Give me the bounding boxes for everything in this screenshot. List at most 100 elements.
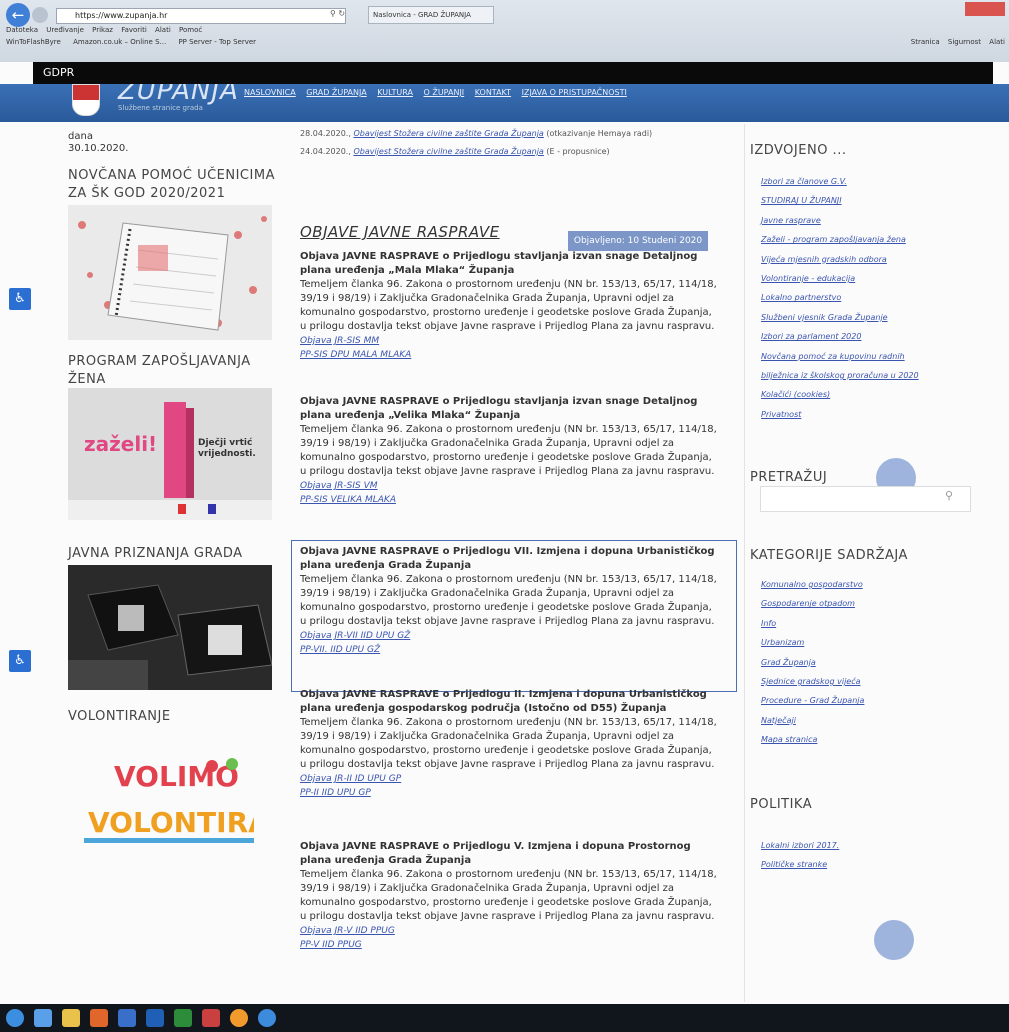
favorite-link[interactable]: PP Server - Top Server bbox=[178, 38, 256, 46]
svg-text:VOLIMO: VOLIMO bbox=[114, 760, 239, 793]
category-link[interactable]: Urbanizam bbox=[761, 633, 864, 652]
gdpr-bar[interactable]: GDPR bbox=[33, 62, 993, 84]
category-link[interactable]: Info bbox=[761, 614, 864, 633]
post-link[interactable]: Objava JR-V IID PPUG bbox=[300, 924, 720, 938]
featured-link[interactable]: Izbori za članove G.V. bbox=[761, 172, 936, 191]
post-link[interactable]: Objava JR-SIS VM bbox=[300, 479, 720, 493]
nav-item-culture[interactable]: KULTURA bbox=[377, 88, 413, 97]
city-crest-logo[interactable] bbox=[72, 84, 100, 116]
taskbar-app-icon[interactable] bbox=[34, 1009, 52, 1027]
news-link[interactable]: Obavijest Stožera civilne zaštite Grada … bbox=[353, 147, 543, 156]
notebook-image[interactable] bbox=[68, 205, 272, 340]
date-value: 30.10.2020. bbox=[68, 143, 129, 154]
word-icon[interactable] bbox=[146, 1009, 164, 1027]
nav-item-contact[interactable]: KONTAKT bbox=[475, 88, 511, 97]
section-title-awards[interactable]: JAVNA PRIZNANJA GRADA bbox=[68, 545, 288, 563]
accessibility-icon[interactable]: ♿ bbox=[9, 288, 31, 310]
featured-title: IZDVOJENO ... bbox=[750, 143, 847, 158]
featured-link[interactable]: Zaželi - program zapošljavanja žena bbox=[761, 230, 936, 249]
featured-link[interactable]: Volontiranje - edukacija bbox=[761, 269, 936, 288]
search-icon[interactable]: ⚲ bbox=[945, 489, 953, 502]
post-link[interactable]: PP-SIS DPU MALA MLAKA bbox=[300, 348, 720, 362]
news-tail: (E - propusnice) bbox=[546, 147, 610, 156]
post-link[interactable]: PP-SIS VELIKA MLAKA bbox=[300, 493, 720, 507]
window-close-button[interactable] bbox=[965, 2, 1005, 16]
nav-item-about[interactable]: O ŽUPANJI bbox=[424, 88, 465, 97]
post-item: Objava JAVNE RASPRAVE o Prijedlogu VII. … bbox=[300, 545, 720, 657]
featured-link[interactable]: STUDIRAJ U ŽUPANJI bbox=[761, 191, 936, 210]
accessibility-icon[interactable]: ♿ bbox=[9, 650, 31, 672]
nav-item-accessibility[interactable]: IZJAVA O PRISTUPAČNOSTI bbox=[522, 88, 627, 97]
firefox-icon[interactable] bbox=[230, 1009, 248, 1027]
menu-item[interactable]: Datoteka bbox=[6, 26, 38, 34]
nav-item-home[interactable]: NASLOVNICA bbox=[244, 88, 296, 97]
zazeli-logo-text: zaželi! bbox=[84, 432, 158, 456]
address-bar[interactable]: https://www.zupanja.hr bbox=[56, 8, 346, 24]
category-link[interactable]: Grad Županja bbox=[761, 653, 864, 672]
forward-arrow-icon[interactable] bbox=[32, 7, 48, 23]
command-bar: Stranica Sigurnost Alati bbox=[905, 38, 1005, 46]
zazeli-program-image[interactable]: zaželi! Dječji vrtić vrijednosti. bbox=[68, 388, 272, 520]
menu-item[interactable]: Pomoć bbox=[179, 26, 202, 34]
category-link[interactable]: Natječaji bbox=[761, 711, 864, 730]
volunteering-logo[interactable]: VOLIMO VOLONTIRANJE bbox=[84, 752, 323, 852]
nav-item-city[interactable]: GRAD ŽUPANJA bbox=[306, 88, 366, 97]
post-link[interactable]: PP-II IID UPU GP bbox=[300, 786, 720, 800]
taskbar-app-icon[interactable] bbox=[118, 1009, 136, 1027]
excel-icon[interactable] bbox=[174, 1009, 192, 1027]
featured-link[interactable]: Privatnost bbox=[761, 405, 936, 424]
internet-explorer-icon[interactable] bbox=[258, 1009, 276, 1027]
post-title: Objava JAVNE RASPRAVE o Prijedlogu stavl… bbox=[300, 396, 698, 421]
browser-tab[interactable]: Naslovnica - GRAD ŽUPANJA bbox=[368, 6, 494, 24]
featured-link[interactable]: Izbori za parlament 2020 bbox=[761, 327, 936, 346]
command-item[interactable]: Stranica bbox=[911, 38, 940, 46]
section-title-volunteering[interactable]: VOLONTIRANJE bbox=[68, 708, 171, 726]
featured-link[interactable]: Službeni vjesnik Grada Županje bbox=[761, 308, 936, 327]
awards-image[interactable] bbox=[68, 565, 273, 690]
menu-item[interactable]: Prikaz bbox=[92, 26, 113, 34]
post-link[interactable]: PP-VII. IID UPU GŽ bbox=[300, 643, 720, 657]
menu-item[interactable]: Favoriti bbox=[121, 26, 147, 34]
post-item: Objava JAVNE RASPRAVE o Prijedlogu II. I… bbox=[300, 688, 720, 800]
favorite-link[interactable]: Amazon.co.uk – Online S... bbox=[73, 38, 166, 46]
post-item: Objava JAVNE RASPRAVE o Prijedlogu stavl… bbox=[300, 395, 720, 507]
news-item: 24.04.2020., Obavijest Stožera civilne z… bbox=[300, 143, 652, 161]
politics-link[interactable]: Političke stranke bbox=[761, 855, 839, 874]
featured-link[interactable]: Kolačići (cookies) bbox=[761, 385, 936, 404]
category-link[interactable]: Procedure - Grad Županja bbox=[761, 691, 864, 710]
column-divider bbox=[744, 124, 745, 1002]
section-title-student-aid[interactable]: NOVČANA POMOĆ UČENICIMA ZA ŠK GOD 2020/2… bbox=[68, 167, 288, 203]
address-tools[interactable]: ⚲ ↻ bbox=[330, 9, 345, 18]
command-item[interactable]: Sigurnost bbox=[948, 38, 981, 46]
post-item: Objava JAVNE RASPRAVE o Prijedlogu stavl… bbox=[300, 250, 720, 362]
folder-icon[interactable] bbox=[62, 1009, 80, 1027]
featured-link[interactable]: Javne rasprave bbox=[761, 211, 936, 230]
news-item: 28.04.2020., Obavijest Stožera civilne z… bbox=[300, 125, 652, 143]
command-item[interactable]: Alati bbox=[989, 38, 1005, 46]
featured-list: Izbori za članove G.V. STUDIRAJ U ŽUPANJ… bbox=[761, 172, 936, 424]
post-link[interactable]: Objava JR-II ID UPU GP bbox=[300, 772, 720, 786]
menu-item[interactable]: Alati bbox=[155, 26, 171, 34]
politics-link[interactable]: Lokalni izbori 2017. bbox=[761, 836, 839, 855]
featured-link[interactable]: Vijeća mjesnih gradskih odbora bbox=[761, 250, 936, 269]
menu-item[interactable]: Uređivanje bbox=[46, 26, 84, 34]
featured-link[interactable]: Novčana pomoć za kupovinu radnih bilježn… bbox=[761, 347, 936, 386]
taskbar-app-icon[interactable] bbox=[90, 1009, 108, 1027]
start-icon[interactable] bbox=[6, 1009, 24, 1027]
category-link[interactable]: Mapa stranica bbox=[761, 730, 864, 749]
back-arrow-icon[interactable]: ← bbox=[6, 3, 30, 27]
category-link[interactable]: Sjednice gradskog vijeća bbox=[761, 672, 864, 691]
category-link[interactable]: Komunalno gospodarstvo bbox=[761, 575, 864, 594]
post-link[interactable]: PP-V IID PPUG bbox=[300, 938, 720, 952]
post-link[interactable]: Objava JR-SIS MM bbox=[300, 334, 720, 348]
news-link[interactable]: Obavijest Stožera civilne zaštite Grada … bbox=[353, 129, 543, 138]
post-link[interactable]: Objava JR-VII IID UPU GŽ bbox=[300, 629, 720, 643]
favorite-link[interactable]: WinToFlashByre bbox=[6, 38, 61, 46]
taskbar-app-icon[interactable] bbox=[202, 1009, 220, 1027]
featured-link[interactable]: Lokalno partnerstvo bbox=[761, 288, 936, 307]
search-input[interactable] bbox=[760, 486, 971, 512]
section-title-women-employment[interactable]: PROGRAM ZAPOŠLJAVANJA ŽENA bbox=[68, 353, 268, 389]
browser-menubar: Datoteka Uređivanje Prikaz Favoriti Alat… bbox=[6, 26, 208, 34]
main-heading[interactable]: OBJAVE JAVNE RASPRAVE bbox=[300, 223, 500, 241]
category-link[interactable]: Gospodarenje otpadom bbox=[761, 594, 864, 613]
